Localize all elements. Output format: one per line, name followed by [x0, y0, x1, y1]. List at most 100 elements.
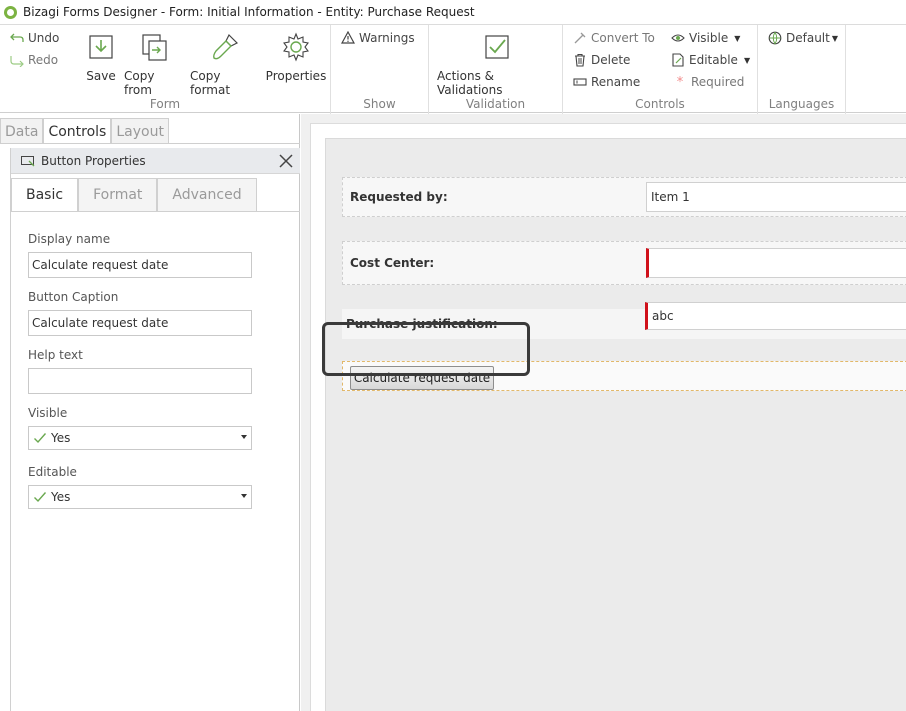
button-caption-field[interactable]: Calculate request date [28, 310, 252, 336]
title-bar: Bizagi Forms Designer - Form: Initial In… [0, 0, 906, 24]
tab-advanced[interactable]: Advanced [157, 178, 257, 212]
cost-center-row[interactable]: Cost Center: [342, 241, 906, 285]
copy-format-button[interactable]: Copy format [190, 31, 260, 97]
language-dropdown[interactable]: Default ▼ [768, 31, 838, 45]
ribbon-group-label: Controls [635, 97, 685, 111]
properties-button[interactable]: Properties [266, 31, 326, 83]
warning-icon [341, 31, 355, 44]
chevron-down-icon [241, 435, 247, 439]
delete-button[interactable]: Delete [573, 53, 630, 67]
calculate-request-date-button[interactable]: Calculate request date [350, 366, 494, 390]
bizagi-logo-icon [4, 5, 17, 19]
tab-basic[interactable]: Basic [11, 178, 79, 212]
convert-to-label: Convert To [591, 31, 655, 45]
convert-icon [574, 32, 586, 44]
button-properties-panel: Button Properties Basic Format Advanced … [10, 148, 300, 711]
window-title: Bizagi Forms Designer - Form: Initial In… [23, 5, 475, 19]
ribbon-group-label: Languages [768, 97, 835, 111]
copy-from-label: Copy from [124, 69, 155, 97]
justification-label: Purchase justification: [346, 317, 498, 331]
form-area: Requested by: Item 1 Cost Center: Purcha… [325, 138, 906, 711]
save-icon [89, 35, 113, 59]
canvas-page: Requested by: Item 1 Cost Center: Purcha… [310, 123, 906, 711]
checkbox-icon [485, 35, 509, 59]
rename-icon [573, 78, 587, 86]
editable-dropdown[interactable]: Editable ▼ [671, 53, 750, 67]
visible-dropdown[interactable]: Visible ▼ [671, 31, 740, 45]
ribbon-group-form: Undo Redo Save Copy from Copy format Pro… [0, 25, 331, 114]
undo-label: Undo [28, 31, 60, 45]
redo-icon [10, 56, 24, 67]
cost-center-label: Cost Center: [350, 256, 435, 270]
chevron-down-icon: ▼ [743, 55, 751, 65]
warnings-button[interactable]: Warnings [341, 31, 415, 45]
undo-icon [10, 33, 24, 42]
visible-select[interactable]: Yes [28, 426, 252, 450]
tab-controls[interactable]: Controls [43, 118, 112, 144]
rename-label: Rename [591, 75, 641, 89]
asterisk-icon: * [676, 75, 684, 90]
redo-button[interactable]: Redo [10, 53, 58, 67]
undo-button[interactable]: Undo [10, 31, 59, 45]
help-text-label: Help text [28, 348, 83, 362]
required-button[interactable]: * Required [673, 75, 745, 90]
button-caption-label: Button Caption [28, 290, 119, 304]
actions-validations-label: Actions & Validations [437, 69, 503, 97]
display-name-field[interactable]: Calculate request date [28, 252, 252, 278]
required-label: Required [691, 75, 745, 89]
rename-button[interactable]: Rename [573, 75, 640, 89]
editable-label: Editable [28, 465, 77, 479]
language-label: Default [786, 31, 830, 45]
ribbon-group-label: Form [149, 97, 181, 111]
actions-validations-button[interactable]: Actions & Validations [437, 31, 557, 97]
editable-label: Editable [689, 53, 738, 67]
copy-format-label: Copy format [190, 69, 231, 97]
properties-title: Button Properties [41, 153, 146, 168]
selected-button-container[interactable]: Calculate request date [342, 361, 906, 391]
warnings-label: Warnings [359, 31, 415, 45]
copy-from-icon [142, 34, 167, 61]
save-button[interactable]: Save [86, 31, 116, 83]
properties-header: Button Properties [11, 148, 300, 174]
cost-center-field[interactable] [646, 248, 906, 278]
ribbon: Undo Redo Save Copy from Copy format Pro… [0, 24, 906, 114]
justification-row[interactable]: Purchase justification: abc [342, 302, 906, 339]
close-icon[interactable] [276, 151, 296, 171]
save-label: Save [86, 69, 116, 83]
redo-label: Redo [28, 53, 59, 67]
convert-to-button[interactable]: Convert To [573, 31, 655, 45]
trash-icon [575, 53, 585, 67]
checkmark-icon [34, 492, 47, 503]
globe-icon [768, 31, 782, 45]
tab-data[interactable]: Data [0, 118, 44, 144]
ribbon-group-controls: Convert To Delete Rename Visible ▼ Edita… [563, 25, 758, 114]
display-name-label: Display name [28, 232, 111, 246]
tab-format[interactable]: Format [78, 178, 158, 212]
divider [11, 211, 300, 212]
help-text-field[interactable] [28, 368, 252, 394]
ribbon-group-label: Show [363, 97, 396, 111]
chevron-down-icon: ▼ [831, 33, 839, 43]
editable-icon [672, 53, 684, 67]
visible-label: Visible [689, 31, 729, 45]
tab-layout[interactable]: Layout [111, 118, 169, 144]
checkmark-icon [34, 433, 47, 444]
panel-tabs: Data Controls Layout [0, 118, 169, 144]
divider [0, 143, 300, 144]
editable-select[interactable]: Yes [28, 485, 252, 509]
requested-by-label: Requested by: [350, 190, 448, 204]
chevron-down-icon: ▼ [734, 33, 741, 43]
ribbon-group-label: Validation [465, 97, 526, 111]
editable-value: Yes [51, 490, 71, 504]
ribbon-group-validation: Actions & Validations Validation [429, 25, 563, 114]
requested-by-row[interactable]: Requested by: Item 1 [342, 177, 906, 217]
requested-by-field[interactable]: Item 1 [646, 182, 906, 212]
justification-field[interactable]: abc [645, 302, 906, 330]
copy-from-button[interactable]: Copy from [124, 31, 184, 97]
chevron-down-icon [241, 494, 247, 498]
properties-label: Properties [265, 69, 327, 83]
eye-icon [671, 34, 685, 42]
ribbon-group-languages: Default ▼ Languages [758, 25, 846, 114]
visible-value: Yes [51, 431, 71, 445]
ribbon-group-show: Warnings Show [331, 25, 429, 114]
